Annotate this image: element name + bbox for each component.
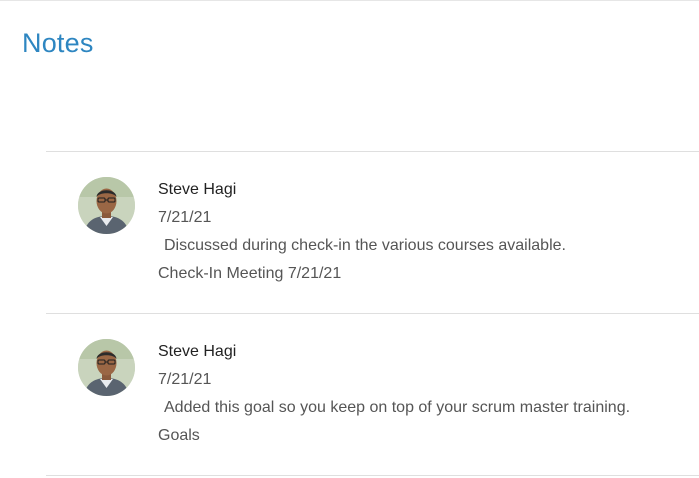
avatar[interactable]	[78, 339, 135, 396]
note-author: Steve Hagi	[158, 343, 237, 360]
note-divider	[46, 475, 699, 476]
note-body: Added this goal so you keep on top of yo…	[164, 399, 631, 416]
note-content: Steve Hagi 7/21/21 Discussed during chec…	[158, 176, 688, 288]
note-content: Steve Hagi 7/21/21 Added this goal so yo…	[158, 338, 688, 450]
note-body: Discussed during check-in the various co…	[164, 237, 566, 254]
note-source[interactable]: Goals	[158, 422, 688, 450]
note-item: Steve Hagi 7/21/21 Discussed during chec…	[46, 152, 699, 313]
user-avatar-icon	[78, 177, 135, 234]
notes-section-title: Notes	[22, 28, 94, 58]
note-item: Steve Hagi 7/21/21 Added this goal so yo…	[46, 314, 699, 475]
notes-list: Steve Hagi 7/21/21 Discussed during chec…	[46, 151, 699, 476]
note-author: Steve Hagi	[158, 181, 237, 198]
top-divider	[0, 0, 699, 1]
user-avatar-icon	[78, 339, 135, 396]
note-source[interactable]: Check-In Meeting 7/21/21	[158, 260, 688, 288]
avatar[interactable]	[78, 177, 135, 234]
note-date: 7/21/21	[158, 209, 212, 226]
note-date: 7/21/21	[158, 371, 212, 388]
